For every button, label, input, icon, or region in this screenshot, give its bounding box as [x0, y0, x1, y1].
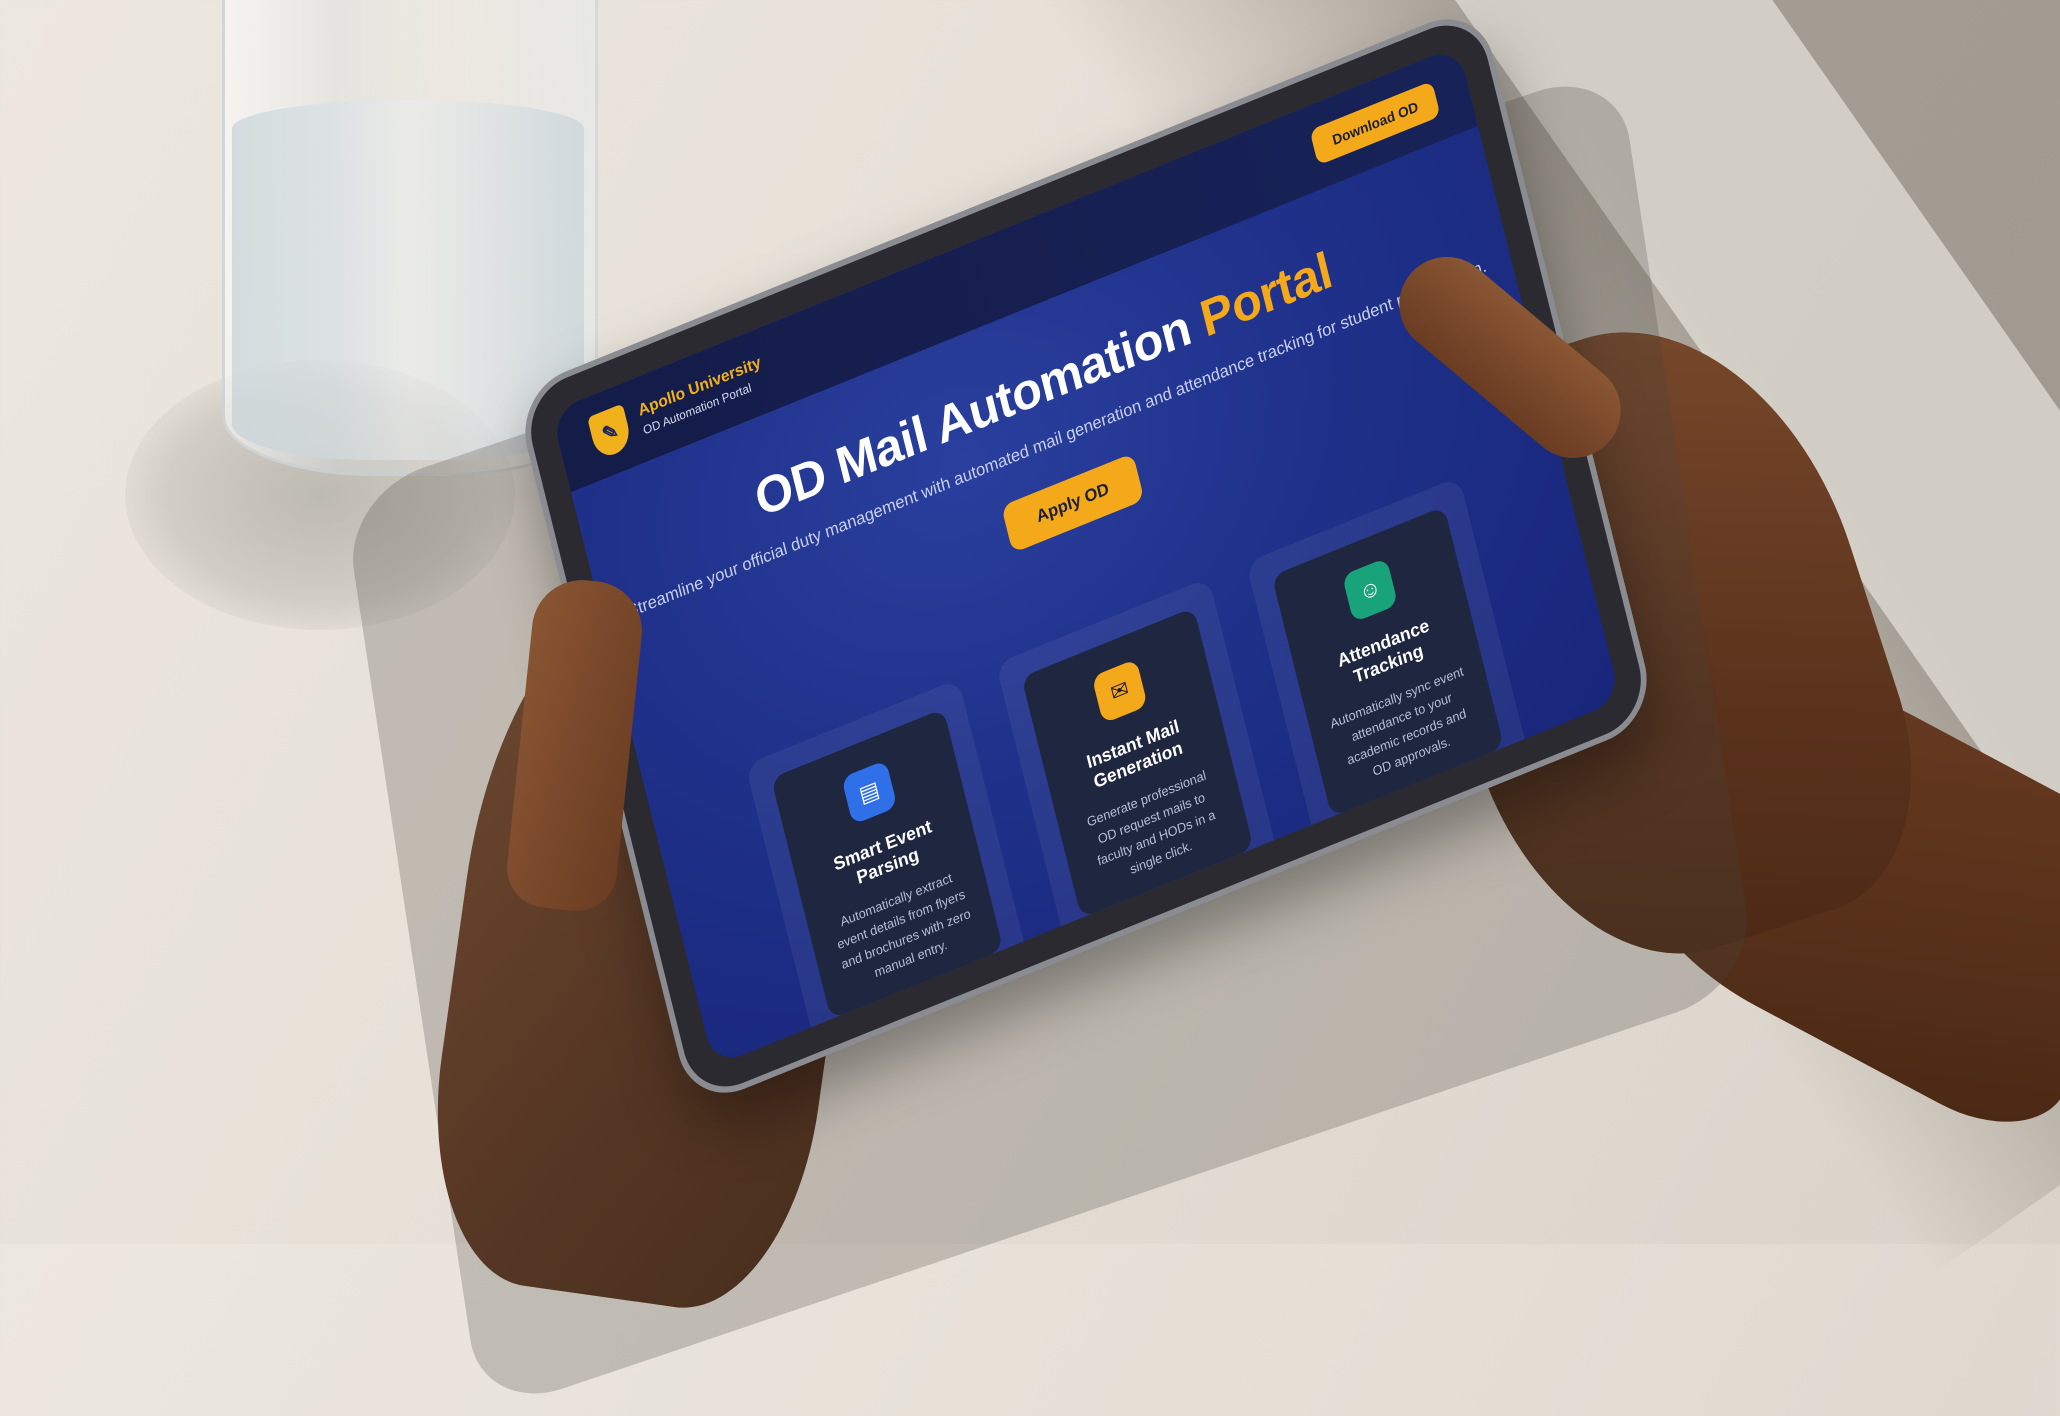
user-icon: ☺ [1341, 557, 1399, 623]
brand[interactable]: ✎ Apollo University OD Automation Portal [587, 349, 768, 461]
mail-icon: ✉ [1091, 658, 1148, 724]
download-od-button[interactable]: Download OD [1309, 80, 1441, 166]
shield-logo-icon: ✎ [587, 403, 634, 461]
feature-card[interactable]: ✉ Instant Mail Generation Generate profe… [1021, 607, 1254, 919]
apply-od-button[interactable]: Apply OD [1001, 453, 1145, 554]
feature-card[interactable]: ▤ Smart Event Parsing Automatically extr… [770, 708, 1004, 1020]
document-icon: ▤ [841, 759, 898, 825]
feature-card[interactable]: ☺ Attendance Tracking Automatically sync… [1271, 506, 1505, 817]
